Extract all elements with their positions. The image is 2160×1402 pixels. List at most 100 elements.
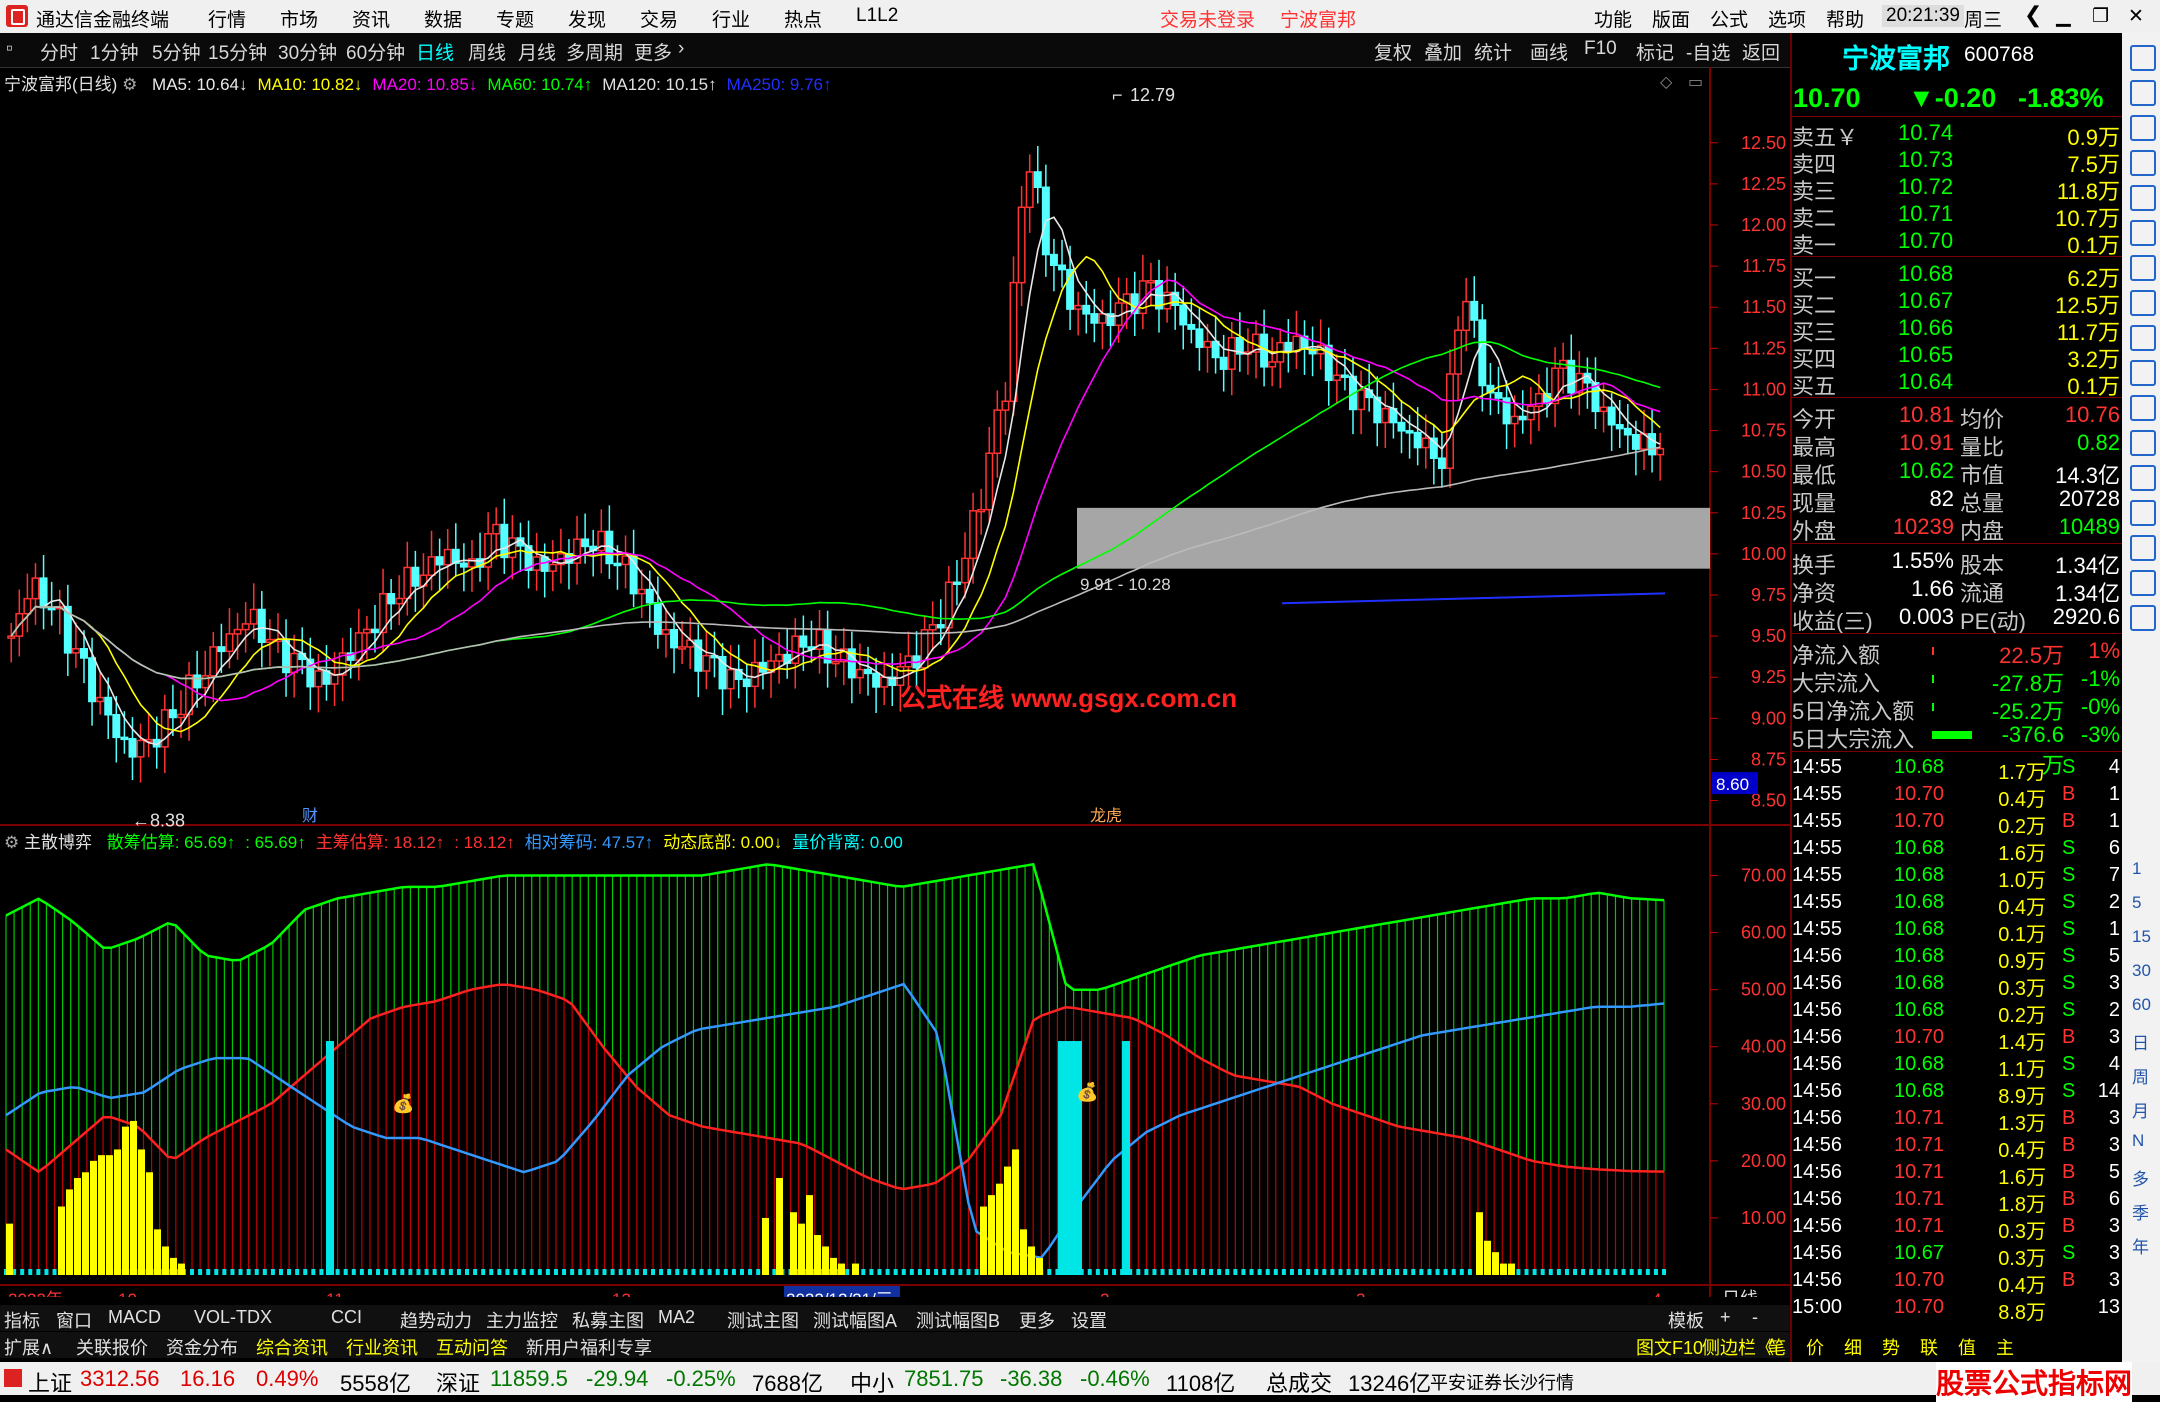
indicator-tab[interactable]: 私募主图	[572, 1307, 644, 1333]
menu-item[interactable]: 发现	[568, 5, 606, 32]
side-tool-icon[interactable]	[2130, 360, 2156, 386]
period-tab[interactable]: 15分钟	[208, 38, 267, 65]
period-tab[interactable]: 分时	[40, 38, 78, 65]
side-tool-icon[interactable]	[2130, 325, 2156, 351]
side-period-button[interactable]: 季	[2132, 1199, 2149, 1224]
indicator-tab[interactable]: 窗口	[56, 1307, 92, 1333]
side-tab[interactable]: 图文F10	[1636, 1334, 1703, 1360]
period-tab[interactable]: 1分钟	[90, 38, 139, 65]
bid-row[interactable]: 买三 10.66 11.7万	[1792, 314, 2122, 345]
extension-tab[interactable]: 关联报价	[76, 1334, 148, 1360]
tool-button[interactable]: 标记	[1636, 38, 1674, 65]
side-tool-icon[interactable]	[2130, 570, 2156, 596]
side-tab[interactable]: 值	[1958, 1334, 1976, 1360]
menu-item[interactable]: L1L2	[856, 5, 898, 27]
indicator-tab[interactable]: VOL-TDX	[194, 1307, 272, 1328]
side-tool-icon[interactable]	[2130, 290, 2156, 316]
menu-item-options[interactable]: 选项	[1768, 5, 1806, 32]
extension-tab[interactable]: 资金分布	[166, 1334, 238, 1360]
period-tab-more[interactable]: 更多	[634, 38, 672, 65]
period-tab[interactable]: 60分钟	[346, 38, 405, 65]
minimize-icon[interactable]: ▁	[2056, 5, 2071, 28]
menu-item[interactable]: 市场	[280, 5, 318, 32]
period-tab[interactable]: 5分钟	[152, 38, 201, 65]
template-button[interactable]: 模板	[1668, 1307, 1704, 1333]
period-tab-active[interactable]: 日线	[416, 38, 454, 65]
tool-button[interactable]: 画线	[1530, 38, 1568, 65]
template-button[interactable]: +	[1720, 1307, 1731, 1328]
indicator-tab[interactable]: 测试主图	[727, 1307, 799, 1333]
side-tab[interactable]: 主	[1996, 1334, 2014, 1360]
side-tool-icon[interactable]	[2130, 500, 2156, 526]
bid-row[interactable]: 买四 10.65 3.2万	[1792, 341, 2122, 372]
close-icon[interactable]: ✕	[2128, 5, 2144, 28]
side-period-button[interactable]: N	[2132, 1131, 2144, 1151]
chart-area[interactable]: 12.50 12.25 12.00 11.75 11.50 11.25 11.00 10.75…	[0, 67, 1790, 1297]
side-tab[interactable]: 价	[1806, 1334, 1824, 1360]
extension-tab[interactable]: 新用户福利专享	[526, 1334, 652, 1360]
template-button[interactable]: -	[1752, 1307, 1758, 1328]
side-tool-icon[interactable]	[2130, 395, 2156, 421]
side-period-button[interactable]: 5	[2132, 893, 2141, 913]
ask-row[interactable]: 卖四 10.73 7.5万	[1792, 146, 2122, 177]
menu-item-formula[interactable]: 公式	[1710, 5, 1748, 32]
indicator-tab[interactable]: 主力监控	[486, 1307, 558, 1333]
menu-item[interactable]: 数据	[424, 5, 462, 32]
ask-row[interactable]: 卖二 10.71 10.7万	[1792, 200, 2122, 231]
indicator-tab[interactable]: 更多	[1019, 1307, 1055, 1333]
menu-item[interactable]: 交易	[640, 5, 678, 32]
side-period-button[interactable]: 月	[2132, 1097, 2149, 1122]
indicator-tab[interactable]: 测试幅图B	[916, 1307, 1000, 1333]
menu-item-layout[interactable]: 版面	[1652, 5, 1690, 32]
indicator-tab[interactable]: 指标	[4, 1307, 40, 1333]
tool-button[interactable]: 叠加	[1424, 38, 1462, 65]
menu-item[interactable]: 资讯	[352, 5, 390, 32]
side-tool-icon[interactable]	[2130, 465, 2156, 491]
side-tool-icon[interactable]	[2130, 605, 2156, 631]
side-period-button[interactable]: 年	[2132, 1233, 2149, 1258]
index-label[interactable]: 中小	[850, 1366, 894, 1398]
indicator-tab[interactable]: MACD	[108, 1307, 161, 1328]
tool-button[interactable]: 返回	[1742, 38, 1780, 65]
side-tab[interactable]: 笔	[1768, 1334, 1786, 1360]
side-tab[interactable]: 联	[1920, 1334, 1938, 1360]
side-period-button[interactable]: 15	[2132, 927, 2151, 947]
side-tool-icon[interactable]	[2130, 80, 2156, 106]
chevron-right-icon[interactable]: ›	[678, 38, 684, 60]
side-tool-icon[interactable]	[2130, 255, 2156, 281]
extension-tab[interactable]: 扩展∧	[4, 1334, 53, 1360]
collapse-icon[interactable]: ▫	[6, 38, 13, 60]
ask-row[interactable]: 卖五￥ 10.74 0.9万	[1792, 119, 2122, 150]
side-tool-icon[interactable]	[2130, 430, 2156, 456]
period-tab[interactable]: 月线	[518, 38, 556, 65]
bid-row[interactable]: 买五 10.64 0.1万	[1792, 368, 2122, 399]
indicator-tab[interactable]: 趋势动力	[400, 1307, 472, 1333]
indicator-tab[interactable]: 设置	[1071, 1307, 1107, 1333]
menu-item[interactable]: 热点	[784, 5, 822, 32]
menu-item[interactable]: 行情	[208, 5, 246, 32]
ask-row[interactable]: 卖三 10.72 11.8万	[1792, 173, 2122, 204]
side-tab[interactable]: 侧边栏《	[1702, 1334, 1774, 1360]
menu-item[interactable]: 行业	[712, 5, 750, 32]
side-tool-icon[interactable]	[2130, 115, 2156, 141]
side-period-button[interactable]: 周	[2132, 1063, 2149, 1088]
indicator-tab[interactable]: MA2	[658, 1307, 695, 1328]
back-icon[interactable]: ❮	[2024, 2, 2042, 28]
bid-row[interactable]: 买二 10.67 12.5万	[1792, 287, 2122, 318]
side-tool-icon[interactable]	[2130, 185, 2156, 211]
menu-item-function[interactable]: 功能	[1594, 5, 1632, 32]
bid-row[interactable]: 买一 10.68 6.2万	[1792, 260, 2122, 291]
ask-row[interactable]: 卖一 10.70 0.1万	[1792, 227, 2122, 258]
extension-tab[interactable]: 互动问答	[436, 1334, 508, 1360]
tool-button[interactable]: 统计	[1474, 38, 1512, 65]
index-label[interactable]: 深证	[436, 1366, 480, 1398]
side-tool-icon[interactable]	[2130, 535, 2156, 561]
menu-item[interactable]: 专题	[496, 5, 534, 32]
side-period-button[interactable]: 60	[2132, 995, 2151, 1015]
index-label[interactable]: 上证	[28, 1366, 72, 1398]
period-tab[interactable]: 多周期	[566, 38, 623, 65]
side-period-button[interactable]: 日	[2132, 1029, 2149, 1054]
side-period-button[interactable]: 30	[2132, 961, 2151, 981]
login-status[interactable]: 交易未登录	[1160, 5, 1255, 32]
indicator-tab[interactable]: CCI	[331, 1307, 362, 1328]
